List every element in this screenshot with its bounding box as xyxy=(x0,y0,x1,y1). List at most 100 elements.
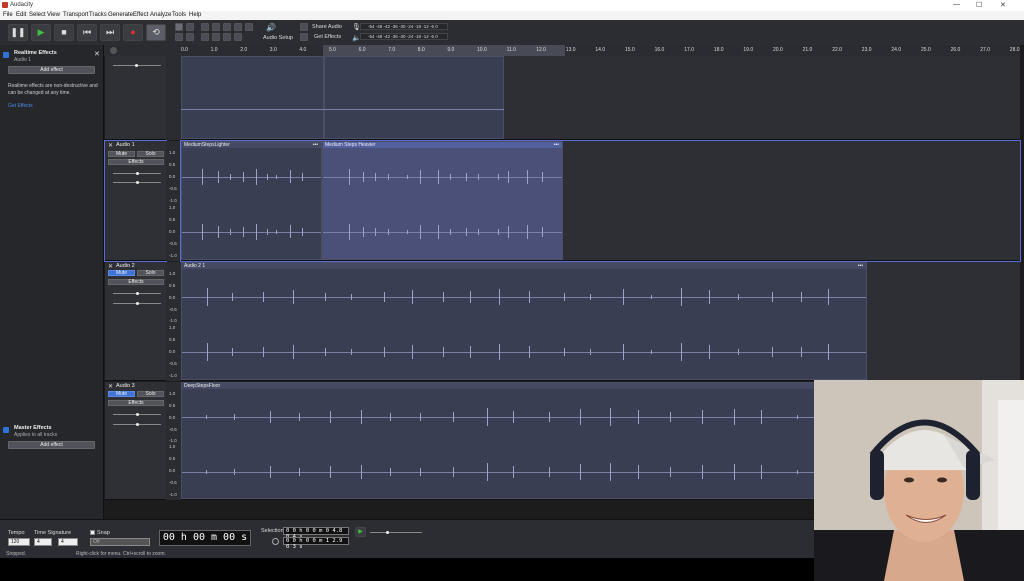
snap-dropdown[interactable]: Off xyxy=(90,538,150,546)
maximize-button[interactable]: ☐ xyxy=(976,1,982,9)
redo-icon[interactable] xyxy=(234,33,242,41)
waveform-spike xyxy=(623,289,625,305)
selection-start-field[interactable]: 0 0 h 0 0 m 0 4.8 0 4 s xyxy=(283,527,349,540)
ruler-tick-label: 1.0 xyxy=(210,47,218,53)
trim-icon[interactable] xyxy=(201,33,209,41)
ruler-tick-label: 8.0 xyxy=(417,47,425,53)
zoom-toggle-icon[interactable] xyxy=(245,23,253,31)
zoom-in-icon[interactable] xyxy=(201,23,209,31)
waveform-spike xyxy=(453,411,455,423)
clip-medium-steps-heavier[interactable]: Medium Steps Heavier ••• xyxy=(322,141,563,260)
play-icon: ▶ xyxy=(358,529,363,535)
track-name[interactable]: Audio 3 xyxy=(116,383,135,389)
share-audio-button[interactable]: Share Audio xyxy=(312,24,342,30)
record-button[interactable]: ● xyxy=(123,24,143,41)
solo-button[interactable]: Solo xyxy=(137,270,164,276)
loop-button[interactable]: ⟲ xyxy=(146,24,166,41)
draw-tool-icon[interactable] xyxy=(175,33,183,41)
skip-end-button[interactable]: ⏭ xyxy=(100,24,120,41)
menu-select[interactable]: Select xyxy=(29,12,46,18)
track-name[interactable]: Audio 1 xyxy=(116,142,135,148)
time-signature-numerator[interactable]: 4 xyxy=(34,538,52,546)
master-add-effect-button[interactable]: Add effect xyxy=(8,441,95,449)
menu-edit[interactable]: Edit xyxy=(16,12,26,18)
gain-slider[interactable] xyxy=(113,292,161,295)
track-name[interactable]: Audio 2 xyxy=(116,263,135,269)
snap-checkbox[interactable] xyxy=(90,530,95,535)
mute-button[interactable]: Mute xyxy=(108,151,135,157)
waveform-spike xyxy=(563,292,565,302)
selection-end-field[interactable]: 0 0 h 0 0 m 1 2.9 0 3 s xyxy=(283,537,349,550)
track-area-audio-2[interactable]: Audio 2 1 ••• xyxy=(181,262,1020,381)
effects-button[interactable]: Effects xyxy=(108,279,164,285)
waveform-spike xyxy=(255,169,257,185)
envelope-tool-icon[interactable] xyxy=(186,23,194,31)
gain-slider[interactable] xyxy=(113,172,161,175)
silence-icon[interactable] xyxy=(212,33,220,41)
timeline-ruler[interactable]: 0.0 1.0 2.0 3.0 4.0 5.0 6.0 7.0 8.0 9.0 10.0 11.0 12… xyxy=(104,45,1020,56)
audio-setup-button[interactable]: Audio Setup xyxy=(263,35,293,41)
play-button[interactable]: ▶ xyxy=(31,24,51,41)
close-track-icon[interactable]: ✕ xyxy=(108,142,113,149)
skip-start-button[interactable]: ⏮ xyxy=(77,24,97,41)
solo-button[interactable]: Solo xyxy=(137,151,164,157)
stop-button[interactable]: ■ xyxy=(54,24,74,41)
snap-label: Snap xyxy=(97,530,110,536)
close-panel-icon[interactable]: ✕ xyxy=(94,50,100,58)
menu-view[interactable]: View xyxy=(47,12,60,18)
menu-transport[interactable]: Transport xyxy=(63,12,88,18)
pause-button[interactable]: ❚❚ xyxy=(8,24,28,41)
minimize-button[interactable]: — xyxy=(953,1,960,8)
waveform-spike xyxy=(360,465,362,479)
speaker-icon[interactable]: 🔊 xyxy=(266,23,276,32)
time-display[interactable]: 00 h 00 m 00 s xyxy=(159,530,251,546)
tempo-field[interactable]: 120 xyxy=(8,538,30,546)
menu-file[interactable]: File xyxy=(3,12,13,18)
playback-speed-slider[interactable] xyxy=(370,531,422,534)
close-window-button[interactable]: ✕ xyxy=(1000,1,1006,9)
track-header-audio-1[interactable]: ✕ Audio 1 Mute Solo Effects xyxy=(104,140,167,262)
undo-icon[interactable] xyxy=(223,33,231,41)
mute-button[interactable]: Mute xyxy=(108,391,135,397)
solo-button[interactable]: Solo xyxy=(137,391,164,397)
time-signature-denominator[interactable]: 4 xyxy=(58,538,78,546)
close-track-icon[interactable]: ✕ xyxy=(108,383,113,390)
menu-tools[interactable]: Tools xyxy=(172,12,186,18)
mute-button[interactable]: Mute xyxy=(108,270,135,276)
close-track-icon[interactable]: ✕ xyxy=(108,263,113,270)
clip-audio-2-1[interactable]: Audio 2 1 ••• xyxy=(181,262,867,380)
gain-slider[interactable] xyxy=(113,413,161,416)
zoom-out-icon[interactable] xyxy=(212,23,220,31)
clip-previous-2[interactable] xyxy=(324,56,504,139)
pan-slider[interactable] xyxy=(113,423,161,426)
fit-project-icon[interactable] xyxy=(234,23,242,31)
selection-tool-icon[interactable] xyxy=(175,23,183,31)
get-effects-button[interactable]: Get Effects xyxy=(314,34,341,40)
track-area-previous[interactable] xyxy=(181,56,1020,140)
waveform-spike xyxy=(499,343,501,361)
track-scale-audio-2: 1.0 0.5 0.0 -0.5 -1.0 1.0 0.5 0.0 -0.5 -1.0 xyxy=(166,262,181,381)
track-area-audio-1[interactable]: MediumStepsLighter ••• Medium Steps Heavi… xyxy=(180,140,1021,262)
menu-generate[interactable]: Generate xyxy=(108,12,133,18)
track-header-audio-2[interactable]: ✕ Audio 2 Mute Solo Effects xyxy=(105,262,166,381)
menu-analyze[interactable]: Analyze xyxy=(150,12,171,18)
pan-slider[interactable] xyxy=(113,181,161,184)
multi-tool-icon[interactable] xyxy=(186,33,194,41)
add-effect-button[interactable]: Add effect xyxy=(8,66,95,74)
clip-previous-1[interactable] xyxy=(181,56,324,139)
clip-medium-steps-lighter[interactable]: MediumStepsLighter ••• xyxy=(181,141,322,260)
menu-tracks[interactable]: Tracks xyxy=(89,12,107,18)
waveform-spike xyxy=(827,344,829,360)
fit-selection-icon[interactable] xyxy=(223,23,231,31)
get-effects-link[interactable]: Get Effects xyxy=(8,103,33,109)
pan-slider[interactable] xyxy=(113,302,161,305)
effects-button[interactable]: Effects xyxy=(108,159,164,165)
menu-effect[interactable]: Effect xyxy=(133,12,148,18)
timeline-options-icon[interactable] xyxy=(110,47,117,54)
track-header-audio-3[interactable]: ✕ Audio 3 Mute Solo Effects xyxy=(105,382,166,500)
selection-options-icon[interactable] xyxy=(272,538,279,545)
play-at-speed-button[interactable]: ▶ xyxy=(355,527,366,537)
menu-help[interactable]: Help xyxy=(189,12,201,18)
effects-button[interactable]: Effects xyxy=(108,400,164,406)
waveform-spike xyxy=(407,229,409,235)
